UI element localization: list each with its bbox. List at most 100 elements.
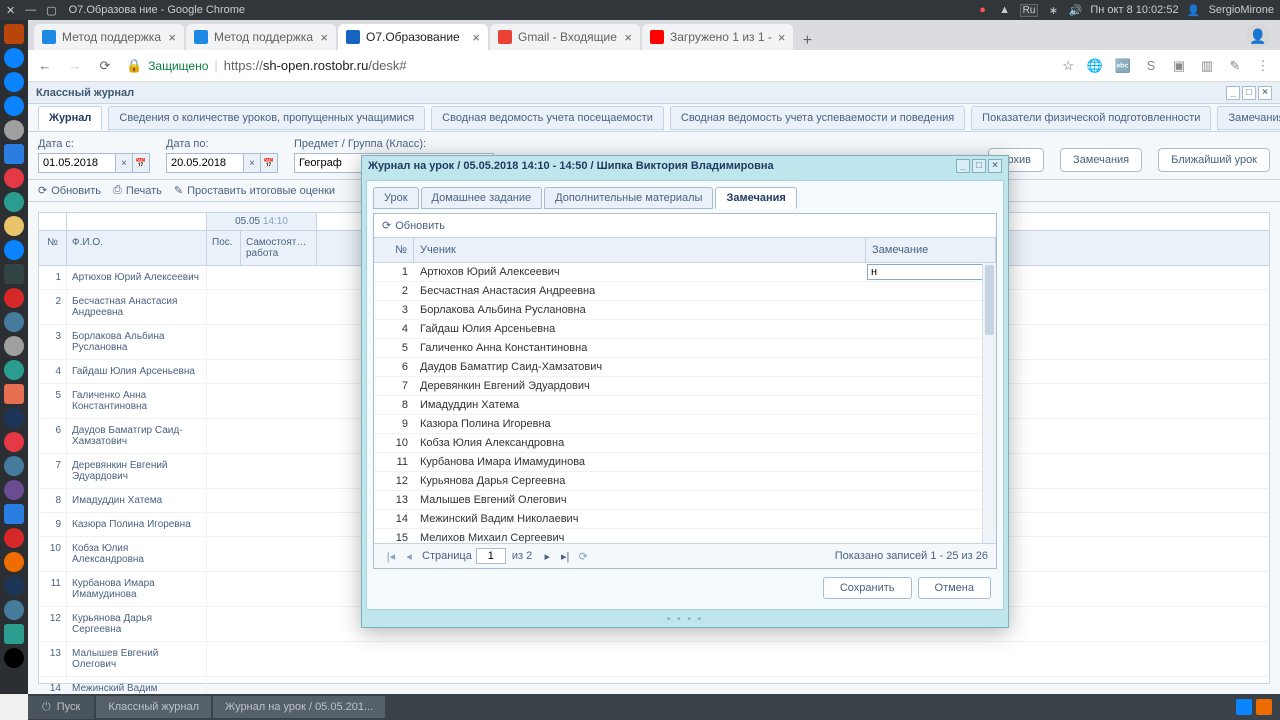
- forward-icon[interactable]: →: [66, 58, 84, 73]
- record-icon[interactable]: ●: [976, 3, 990, 17]
- launcher-item[interactable]: [4, 408, 24, 428]
- ext-icon-1[interactable]: ▣: [1170, 58, 1188, 74]
- table-row[interactable]: 11Курбанова Имара Имамудинова: [374, 453, 996, 472]
- table-row[interactable]: 10Кобза Юлия Александровна: [374, 434, 996, 453]
- menu-icon[interactable]: ⋮: [1254, 58, 1272, 74]
- table-row[interactable]: 14Межинский Вадим Николаевич: [374, 510, 996, 529]
- browser-tab[interactable]: Метод поддержка×: [186, 24, 336, 50]
- launcher-item[interactable]: [4, 504, 24, 524]
- modal-maximize-icon[interactable]: □: [972, 159, 986, 173]
- window-close-icon[interactable]: ✕: [6, 4, 15, 17]
- launcher-item[interactable]: [4, 312, 24, 332]
- table-row[interactable]: 2Бесчастная Анастасия Андреевна: [374, 282, 996, 301]
- start-button[interactable]: ⏻ Пуск: [28, 696, 94, 719]
- tab-close-icon[interactable]: ×: [320, 30, 328, 45]
- launcher-item[interactable]: [4, 264, 24, 284]
- table-row[interactable]: 12Курьянова Дарья Сергеевна: [374, 472, 996, 491]
- clock[interactable]: Пн окт 8 10:02:52: [1090, 4, 1178, 16]
- translate-icon[interactable]: 🔤: [1114, 58, 1132, 74]
- launcher-item[interactable]: [4, 216, 24, 236]
- table-row[interactable]: 3Борлакова Альбина Руслановна: [374, 301, 996, 320]
- launcher-item[interactable]: [4, 168, 24, 188]
- modal-tab[interactable]: Урок: [373, 187, 419, 209]
- back-icon[interactable]: ←: [36, 58, 54, 73]
- table-row[interactable]: 9Казюра Полина Игоревна: [374, 415, 996, 434]
- launcher-item[interactable]: [4, 48, 24, 68]
- skype-icon[interactable]: S: [1142, 58, 1160, 74]
- keyboard-layout[interactable]: Ru: [1020, 4, 1039, 17]
- taskbar-item[interactable]: Классный журнал: [96, 696, 211, 718]
- modal-close-icon[interactable]: ×: [988, 159, 1002, 173]
- browser-tab[interactable]: Метод поддержка×: [34, 24, 184, 50]
- launcher-item[interactable]: [4, 144, 24, 164]
- first-page-icon[interactable]: |◂: [382, 550, 400, 563]
- launcher-item[interactable]: [4, 336, 24, 356]
- address-field[interactable]: 🔒 Защищено | https://sh-open.rostobr.ru/…: [126, 58, 1050, 74]
- taskbar-item[interactable]: Журнал на урок / 05.05.201...: [213, 696, 385, 718]
- launcher-item[interactable]: [4, 480, 24, 500]
- bluetooth-icon[interactable]: ∗: [1046, 3, 1060, 17]
- launcher-item[interactable]: [4, 288, 24, 308]
- launcher-item[interactable]: [4, 120, 24, 140]
- prev-page-icon[interactable]: ◂: [400, 550, 418, 563]
- page-input[interactable]: [476, 548, 506, 564]
- reload-icon[interactable]: ⟳: [96, 58, 114, 74]
- launcher-item[interactable]: [4, 624, 24, 644]
- browser-tab[interactable]: Gmail - Входящие×: [490, 24, 640, 50]
- launcher-item[interactable]: [4, 600, 24, 620]
- launcher-item[interactable]: [4, 576, 24, 596]
- table-row[interactable]: 6Даудов Баматгир Саид-Хамзатович: [374, 358, 996, 377]
- launcher-item[interactable]: [4, 240, 24, 260]
- modal-scrollbar[interactable]: [982, 263, 996, 543]
- launcher-item[interactable]: [4, 24, 24, 44]
- launcher-item[interactable]: [4, 192, 24, 212]
- launcher-item[interactable]: [4, 528, 24, 548]
- note-input[interactable]: [867, 264, 995, 280]
- cancel-button[interactable]: Отмена: [918, 577, 991, 599]
- modal-refresh-button[interactable]: Обновить: [382, 219, 445, 232]
- launcher-item[interactable]: [4, 96, 24, 116]
- table-row[interactable]: 4Гайдаш Юлия Арсеньевна: [374, 320, 996, 339]
- page-refresh-icon[interactable]: [574, 550, 592, 563]
- wifi-icon[interactable]: ▲: [998, 3, 1012, 17]
- table-row[interactable]: 1Артюхов Юрий Алексеевич: [374, 263, 996, 282]
- resize-handle-icon[interactable]: • • • •: [362, 614, 1008, 627]
- window-maximize-icon[interactable]: ▢: [46, 4, 56, 17]
- browser-tab[interactable]: О7.Образование×: [338, 24, 488, 50]
- modal-tab[interactable]: Замечания: [715, 187, 796, 209]
- ext-icon-3[interactable]: ✎: [1226, 58, 1244, 74]
- modal-tab[interactable]: Домашнее задание: [421, 187, 543, 209]
- volume-icon[interactable]: 🔊: [1068, 3, 1082, 17]
- modal-tab[interactable]: Дополнительные материалы: [544, 187, 713, 209]
- tray-icon[interactable]: [1236, 699, 1252, 715]
- table-row[interactable]: 8Имадуддин Хатема: [374, 396, 996, 415]
- new-tab-button[interactable]: +: [795, 32, 819, 50]
- browser-tab[interactable]: Загружено 1 из 1 -×: [642, 24, 793, 50]
- tray-icon[interactable]: [1256, 699, 1272, 715]
- launcher-item[interactable]: [4, 432, 24, 452]
- last-page-icon[interactable]: ▸|: [556, 550, 574, 563]
- tab-close-icon[interactable]: ×: [472, 30, 480, 45]
- launcher-item[interactable]: [4, 72, 24, 92]
- window-minimize-icon[interactable]: —: [25, 4, 36, 17]
- ext-icon-2[interactable]: ▥: [1198, 58, 1216, 74]
- tab-close-icon[interactable]: ×: [168, 30, 176, 45]
- table-row[interactable]: 15Мелихов Михаил Сергеевич: [374, 529, 996, 543]
- star-icon[interactable]: ☆: [1062, 58, 1074, 74]
- username[interactable]: SergioMirone: [1209, 4, 1274, 16]
- modal-minimize-icon[interactable]: _: [956, 159, 970, 173]
- user-avatar-icon[interactable]: 👤: [1187, 3, 1201, 17]
- table-row[interactable]: 5Галиченко Анна Константиновна: [374, 339, 996, 358]
- launcher-item[interactable]: [4, 456, 24, 476]
- save-button[interactable]: Сохранить: [823, 577, 912, 599]
- globe-icon[interactable]: 🌐: [1086, 58, 1104, 74]
- launcher-item[interactable]: [4, 360, 24, 380]
- launcher-item[interactable]: [4, 552, 24, 572]
- tab-close-icon[interactable]: ×: [778, 30, 786, 45]
- tab-close-icon[interactable]: ×: [624, 30, 632, 45]
- table-row[interactable]: 7Деревянкин Евгений Эдуардович: [374, 377, 996, 396]
- table-row[interactable]: 13Малышев Евгений Олегович: [374, 491, 996, 510]
- next-page-icon[interactable]: ▸: [538, 550, 556, 563]
- launcher-item[interactable]: [4, 384, 24, 404]
- launcher-item[interactable]: [4, 648, 24, 668]
